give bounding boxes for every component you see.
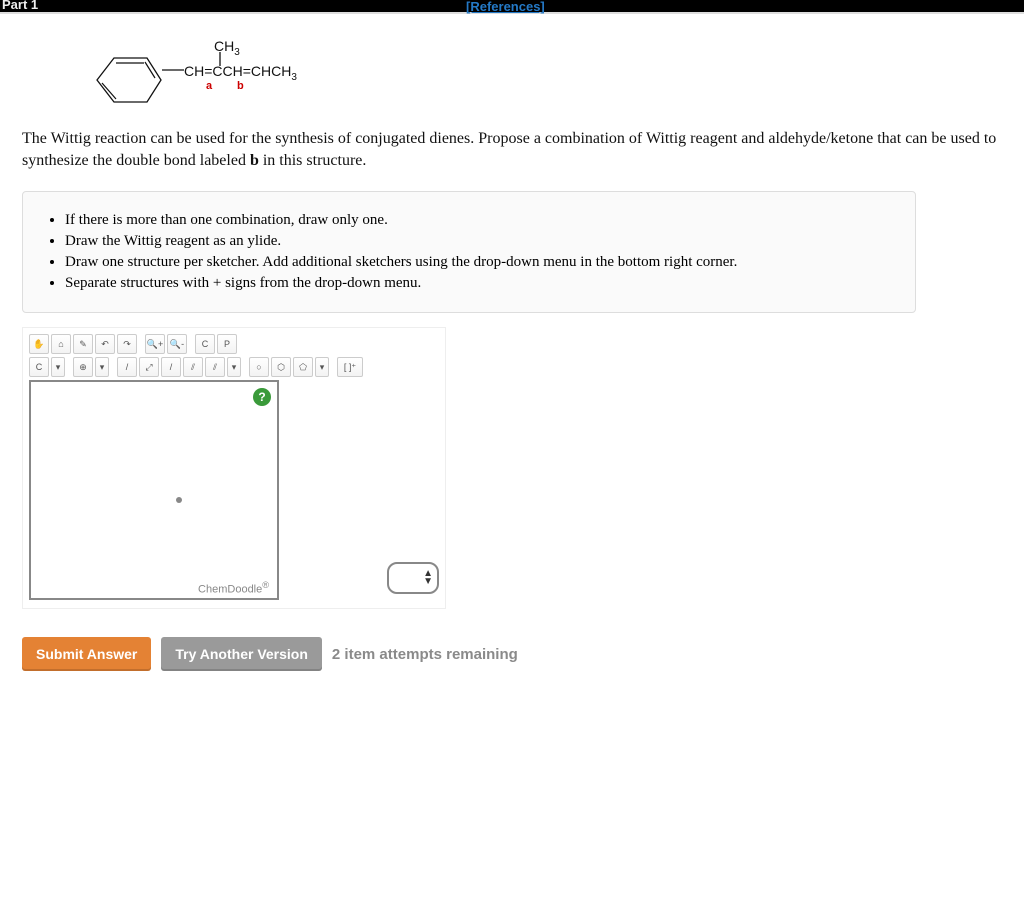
instruction-item: Draw the Wittig reagent as an ylide. bbox=[65, 231, 891, 252]
top-bar: Part 1 [References] bbox=[0, 0, 1024, 12]
instruction-item: If there is more than one combination, d… bbox=[65, 210, 891, 231]
chemdoodle-brand: ChemDoodle® bbox=[198, 580, 269, 596]
charge-btn[interactable]: ⊕ bbox=[73, 357, 93, 377]
bond-label-b: b bbox=[237, 80, 244, 92]
tool-copy-btn[interactable]: C bbox=[195, 334, 215, 354]
bond-double-btn[interactable]: ⫽ bbox=[205, 357, 225, 377]
tool-home-btn[interactable]: ⌂ bbox=[51, 334, 71, 354]
bond-label-a: a bbox=[206, 80, 212, 92]
bond-arrow-btn[interactable]: ⤢ bbox=[139, 357, 159, 377]
bond-wedge-btn[interactable]: / bbox=[161, 357, 181, 377]
tool-undo-btn[interactable]: ↶ bbox=[95, 334, 115, 354]
help-icon[interactable]: ? bbox=[253, 388, 271, 406]
sketcher-panel: ✋ ⌂ ✎ ↶ ↷ 🔍+ 🔍- C P C ▾ ⊕ ▾ / ⤢ / ⫽ ⫽ ▾ bbox=[22, 327, 446, 609]
bond-hash-btn[interactable]: ⫽ bbox=[183, 357, 203, 377]
tool-redo-btn[interactable]: ↷ bbox=[117, 334, 137, 354]
stepper-arrows-icon[interactable]: ▲▼ bbox=[423, 570, 433, 586]
action-row: Submit Answer Try Another Version 2 item… bbox=[22, 637, 1002, 671]
tool-zoomout-btn[interactable]: 🔍- bbox=[167, 334, 187, 354]
instruction-item: Draw one structure per sketcher. Add add… bbox=[65, 252, 891, 273]
tool-move-btn[interactable]: ✋ bbox=[29, 334, 49, 354]
attempts-remaining: 2 item attempts remaining bbox=[332, 646, 518, 663]
benzene-ring-icon bbox=[82, 48, 162, 113]
submit-answer-button[interactable]: Submit Answer bbox=[22, 637, 151, 671]
ring-pent-btn[interactable]: ⬠ bbox=[293, 357, 313, 377]
bond-single-btn[interactable]: / bbox=[117, 357, 137, 377]
ring-dropdown-btn[interactable]: ▾ bbox=[315, 357, 329, 377]
instruction-item: Separate structures with + signs from th… bbox=[65, 273, 891, 294]
content-area: CH3 CH=CCH=CHCH3 a b The Wittig reaction… bbox=[0, 14, 1024, 687]
toolbar-row-1: ✋ ⌂ ✎ ↶ ↷ 🔍+ 🔍- C P bbox=[29, 334, 439, 354]
toolbar-row-2: C ▾ ⊕ ▾ / ⤢ / ⫽ ⫽ ▾ ○ ⬡ ⬠ ▾ [ ]⁺ bbox=[29, 357, 439, 377]
element-c-btn[interactable]: C bbox=[29, 357, 49, 377]
molecule-diagram: CH3 CH=CCH=CHCH3 a b bbox=[22, 30, 1002, 120]
tool-draw-btn[interactable]: ✎ bbox=[73, 334, 93, 354]
bracket-btn[interactable]: [ ]⁺ bbox=[337, 357, 363, 377]
tool-paste-btn[interactable]: P bbox=[217, 334, 237, 354]
references-link[interactable]: [References] bbox=[466, 0, 545, 14]
canvas-atom-dot[interactable] bbox=[176, 497, 182, 503]
charge-dropdown-btn[interactable]: ▾ bbox=[95, 357, 109, 377]
sketcher-count-stepper[interactable]: ▲▼ bbox=[387, 562, 439, 594]
question-text: The Wittig reaction can be used for the … bbox=[22, 128, 1002, 171]
bond-dropdown-btn[interactable]: ▾ bbox=[227, 357, 241, 377]
ring-benzene-btn[interactable]: ⬡ bbox=[271, 357, 291, 377]
sketcher-canvas[interactable]: ? ChemDoodle® bbox=[29, 380, 279, 600]
ring-cyclo-btn[interactable]: ○ bbox=[249, 357, 269, 377]
try-another-button[interactable]: Try Another Version bbox=[161, 637, 322, 671]
instruction-box: If there is more than one combination, d… bbox=[22, 191, 916, 313]
tool-zoomin-btn[interactable]: 🔍+ bbox=[145, 334, 165, 354]
part-label: Part 1 bbox=[2, 0, 38, 12]
element-dropdown-btn[interactable]: ▾ bbox=[51, 357, 65, 377]
